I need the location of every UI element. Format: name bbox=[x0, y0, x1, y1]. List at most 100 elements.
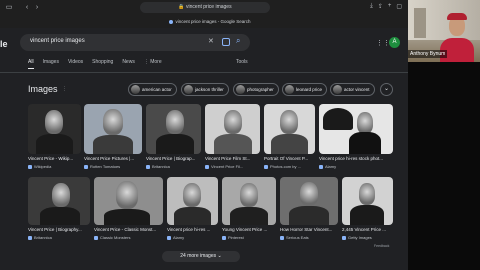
tools-button[interactable]: Tools bbox=[236, 59, 248, 65]
result-source: Classic Monsters bbox=[94, 235, 130, 240]
clear-icon[interactable]: ✕ bbox=[208, 37, 214, 45]
share-icon[interactable]: ⇪ bbox=[378, 3, 383, 10]
image-result[interactable]: Vincent Price Film St... Vincent Price F… bbox=[205, 104, 260, 174]
image-result[interactable]: 2,445 Vincent Price ... Getty Images bbox=[342, 177, 393, 243]
portrait-suit bbox=[36, 134, 73, 154]
lens-icon[interactable] bbox=[222, 38, 230, 46]
browser-window: ▭ ‹ › 🔒 vincent price images vincent pri… bbox=[0, 0, 408, 270]
chevron-down-icon[interactable]: ⌄ bbox=[380, 83, 393, 96]
image-result[interactable]: How Horror Star Vincent... Serious Eats bbox=[280, 177, 338, 243]
portrait-face bbox=[224, 110, 242, 134]
image-result[interactable]: Young Vincent Price ... Pinterest bbox=[222, 177, 276, 243]
result-source: Getty Images bbox=[342, 235, 372, 240]
webcam-overlay: Anthony Bynum bbox=[408, 0, 480, 62]
portrait-face bbox=[45, 110, 63, 134]
result-source: Rotten Tomatoes bbox=[84, 164, 120, 169]
result-title: Vincent Price Pictures |... bbox=[84, 156, 135, 161]
webcam-door bbox=[414, 8, 426, 38]
download-icon[interactable]: ⤓ bbox=[370, 3, 373, 10]
result-thumbnail bbox=[28, 104, 81, 154]
feedback-link[interactable]: Feedback bbox=[374, 244, 389, 248]
portrait-face bbox=[116, 181, 138, 209]
portrait-suit bbox=[349, 132, 381, 154]
portrait-suit bbox=[350, 205, 384, 225]
chip-label: actor vincent bbox=[344, 87, 370, 92]
chip-thumbnail bbox=[236, 85, 245, 94]
dark-side-panel bbox=[408, 62, 480, 270]
forward-icon[interactable]: › bbox=[32, 3, 42, 13]
raven-shape bbox=[323, 108, 353, 130]
chip-thumbnail bbox=[184, 85, 193, 94]
portrait-face bbox=[280, 110, 298, 134]
back-icon[interactable]: ‹ bbox=[22, 3, 32, 13]
portrait-face bbox=[240, 183, 258, 207]
sidebar-icon[interactable]: ▭ bbox=[4, 3, 14, 13]
tab-news[interactable]: News bbox=[122, 59, 135, 69]
result-title: 2,445 Vincent Price ... bbox=[342, 227, 386, 232]
image-result[interactable]: Vincent Price - Wikip... Wikipedia bbox=[28, 104, 81, 174]
image-result[interactable]: Vincent Price - Classic Monst... Classic… bbox=[94, 177, 163, 243]
chip-thumbnail bbox=[131, 85, 140, 94]
portrait-suit bbox=[156, 134, 194, 154]
image-result[interactable]: Vincent Price | Biography... Britannica bbox=[28, 177, 90, 243]
tab-images[interactable]: Images bbox=[43, 59, 59, 69]
portrait-suit bbox=[289, 206, 329, 225]
more-images-button[interactable]: 24 more images ⌄ bbox=[162, 251, 240, 262]
chevron-down-icon: ⌄ bbox=[217, 253, 222, 259]
image-result[interactable]: Portrait Of Vincent P... Photos.com by .… bbox=[264, 104, 315, 174]
chip-photographer[interactable]: photographer bbox=[233, 83, 279, 96]
result-source: Pinterest bbox=[222, 235, 244, 240]
portrait-face bbox=[183, 183, 201, 207]
search-nav: All Images Videos Shopping News ⋮ More bbox=[28, 59, 171, 69]
avatar[interactable]: A bbox=[389, 37, 400, 48]
chip-jackson-thriller[interactable]: jackson thriller bbox=[181, 83, 229, 96]
image-result[interactable]: Vincent price hi-res ... Alamy bbox=[167, 177, 218, 243]
chip-thumbnail bbox=[333, 85, 342, 94]
chip-thumbnail bbox=[285, 85, 294, 94]
toolbar-right-icons: ⤓ ⇪ + ▢ bbox=[370, 3, 402, 10]
search-input[interactable]: vincent price images bbox=[30, 38, 85, 44]
chip-leonard-price[interactable]: leonard price bbox=[282, 83, 328, 96]
tab-videos[interactable]: Videos bbox=[68, 59, 83, 69]
image-result[interactable]: Vincent price hi-res stock phot... Alamy bbox=[319, 104, 393, 174]
image-result[interactable]: Vincent Price Pictures |... Rotten Tomat… bbox=[84, 104, 142, 174]
search-icon[interactable]: ⌕ bbox=[236, 36, 240, 46]
google-favicon-icon bbox=[169, 19, 174, 24]
browser-toolbar: ▭ ‹ › 🔒 vincent price images vincent pri… bbox=[0, 0, 408, 28]
result-title: Portrait Of Vincent P... bbox=[264, 156, 309, 161]
result-thumbnail bbox=[84, 104, 142, 154]
search-box[interactable]: vincent price images ✕ ⌕ bbox=[20, 34, 250, 51]
new-tab-icon[interactable]: + bbox=[388, 3, 392, 10]
chip-actor-vincent[interactable]: actor vincent bbox=[330, 83, 375, 96]
image-result[interactable]: Vincent Price | Biograp... Britannica bbox=[146, 104, 201, 174]
tab-all[interactable]: All bbox=[28, 59, 34, 69]
screen: ▭ ‹ › 🔒 vincent price images vincent pri… bbox=[0, 0, 480, 270]
apps-grid-icon[interactable]: ⋮⋮ bbox=[376, 39, 390, 47]
result-title: Vincent Price | Biograp... bbox=[146, 156, 196, 161]
tab-shopping[interactable]: Shopping bbox=[92, 59, 113, 69]
portrait-face bbox=[300, 182, 318, 206]
webcam-person-hat bbox=[447, 13, 467, 20]
nav-divider bbox=[0, 72, 408, 73]
tab-more[interactable]: ⋮ More bbox=[144, 59, 162, 69]
result-title: Vincent Price - Classic Monst... bbox=[94, 227, 157, 232]
portrait-face bbox=[166, 110, 184, 134]
more-options-icon[interactable]: ⋮ bbox=[62, 86, 67, 92]
google-logo[interactable]: le bbox=[0, 39, 8, 49]
chip-label: leonard price bbox=[296, 87, 323, 92]
result-source: Alamy bbox=[319, 164, 336, 169]
result-title: Vincent Price - Wikip... bbox=[28, 156, 74, 161]
address-bar[interactable]: 🔒 vincent price images bbox=[140, 2, 270, 13]
result-title: How Horror Star Vincent... bbox=[280, 227, 333, 232]
tab-google-search[interactable]: vincent price images - Google Search bbox=[150, 17, 270, 26]
result-source: Wikipedia bbox=[28, 164, 51, 169]
chip-label: american actor bbox=[142, 87, 172, 92]
result-title: Vincent Price | Biography... bbox=[28, 227, 82, 232]
chip-american-actor[interactable]: american actor bbox=[128, 83, 177, 96]
result-thumbnail bbox=[342, 177, 393, 225]
result-thumbnail bbox=[319, 104, 393, 154]
tab-overview-icon[interactable]: ▢ bbox=[396, 3, 402, 10]
result-thumbnail bbox=[146, 104, 201, 154]
portrait-suit bbox=[214, 134, 252, 154]
result-thumbnail bbox=[205, 104, 260, 154]
